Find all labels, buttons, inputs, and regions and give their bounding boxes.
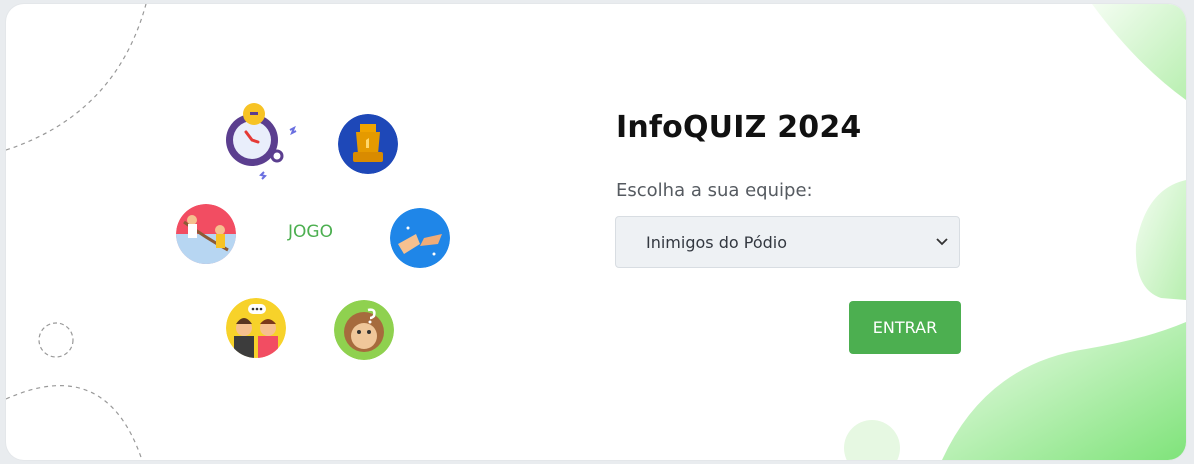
enter-button[interactable]: ENTRAR (849, 301, 961, 354)
dashed-arc-top-left (6, 4, 147, 151)
login-card: JOGO InfoQUIZ 2024 Escolha a sua equipe:… (6, 4, 1186, 460)
game-label: JOGO (288, 222, 333, 242)
thinking-monkey-icon (334, 300, 394, 360)
blob-bottom-right (942, 322, 1186, 460)
dashed-circle-small (38, 322, 74, 358)
blob-top-right (1092, 4, 1186, 100)
blob-right (1135, 180, 1186, 300)
trophy-icon (338, 114, 398, 174)
quiz-illustration: JOGO (156, 94, 476, 384)
chevron-down-icon (936, 238, 948, 246)
team-select-value: Inimigos do Pódio (646, 233, 787, 252)
team-select-label: Escolha a sua equipe: (616, 180, 813, 201)
team-select[interactable]: Inimigos do Pódio (615, 216, 960, 268)
stopwatch-icon (226, 103, 297, 180)
circle-bottom (844, 420, 900, 460)
fistbump-icon (390, 208, 450, 268)
dashed-arc-bottom-left (6, 385, 143, 460)
tug-of-war-icon (176, 204, 236, 264)
quiz-title: InfoQUIZ 2024 (616, 110, 862, 145)
friends-chat-icon (226, 298, 286, 358)
